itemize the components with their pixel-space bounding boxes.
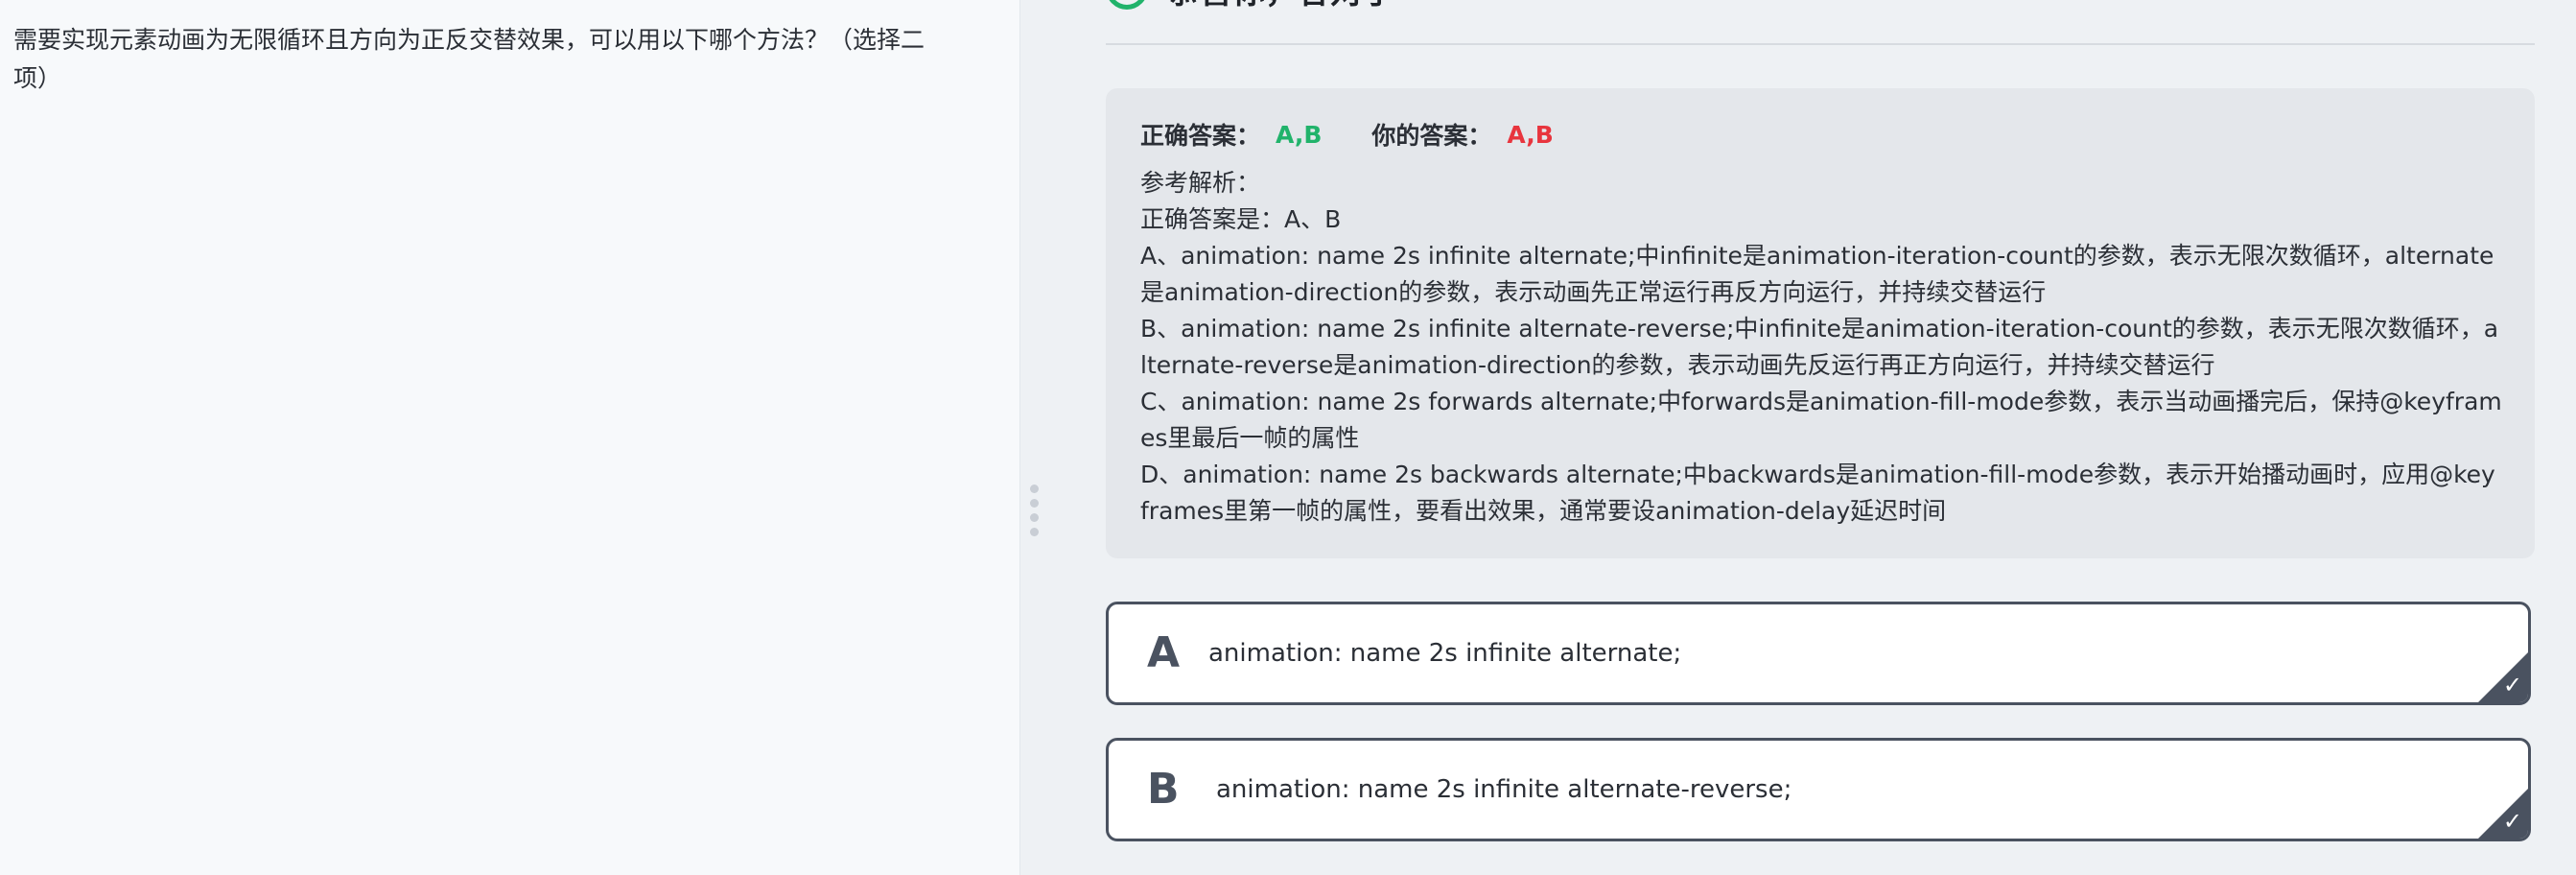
result-status: 恭喜你，答对了 [1106, 0, 1395, 12]
grip-dot [1030, 485, 1039, 493]
your-answer-value: A,B [1507, 120, 1554, 149]
analysis-box: 正确答案： A,B 你的答案： A,B 参考解析： 正确答案是：A、B A、an… [1106, 88, 2535, 558]
answer-panel: 恭喜你，答对了 正确答案： A,B 你的答案： A,B 参考解析： 正确答案是：… [1048, 0, 2576, 875]
explanation-line: D、animation: name 2s backwards alternate… [1140, 461, 2495, 525]
check-icon: ✓ [2502, 672, 2522, 698]
grip-dot [1030, 528, 1039, 536]
correct-answer-label: 正确答案： [1140, 122, 1261, 150]
result-status-label: 恭喜你，答对了 [1167, 0, 1395, 12]
option-b[interactable]: B animation: name 2s infinite alternate-… [1106, 738, 2531, 841]
grip-dot [1030, 513, 1039, 522]
correct-answer-value: A,B [1276, 120, 1323, 149]
explanation-line: C、animation: name 2s forwards alternate;… [1140, 388, 2502, 452]
option-text: animation: name 2s infinite alternate; [1208, 639, 1682, 668]
explanation: 参考解析： 正确答案是：A、B A、animation: name 2s inf… [1140, 165, 2502, 530]
grip-dot [1030, 499, 1039, 508]
your-answer-label: 你的答案： [1371, 122, 1492, 150]
question-text: 需要实现元素动画为无限循环且方向为正反交替效果，可以用以下哪个方法？（选择二项） [13, 26, 925, 92]
explanation-line: B、animation: name 2s infinite alternate-… [1140, 315, 2499, 379]
option-a[interactable]: A animation: name 2s infinite alternate;… [1106, 602, 2531, 705]
option-text: animation: name 2s infinite alternate-re… [1216, 775, 1792, 804]
question-panel: 需要实现元素动画为无限循环且方向为正反交替效果，可以用以下哪个方法？（选择二项） [0, 0, 1020, 875]
answer-summary: 正确答案： A,B 你的答案： A,B [1140, 117, 1554, 152]
divider [1106, 43, 2535, 45]
check-circle-icon [1106, 0, 1148, 10]
explanation-line: A、animation: name 2s infinite alternate;… [1140, 242, 2494, 306]
option-letter: A [1147, 628, 1181, 677]
check-icon: ✓ [2502, 808, 2522, 835]
panel-resize-handle[interactable] [1019, 0, 1048, 875]
option-letter: B [1147, 765, 1180, 814]
explanation-line: 正确答案是：A、B [1140, 205, 1342, 233]
reference-label: 参考解析： [1140, 169, 1261, 197]
